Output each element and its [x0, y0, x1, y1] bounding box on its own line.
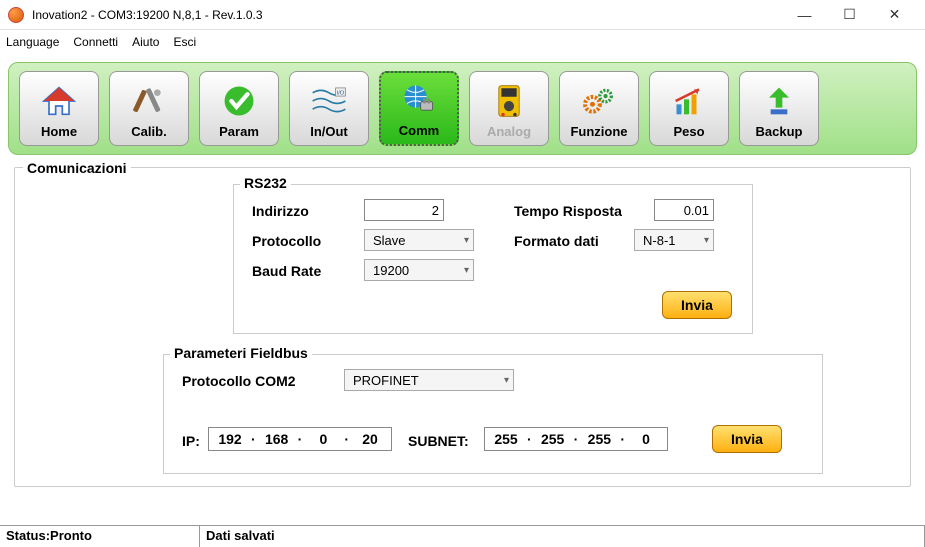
calib-label: Calib. — [131, 124, 166, 139]
gears-icon — [580, 82, 618, 120]
maximize-button[interactable]: ☐ — [827, 1, 872, 29]
tempo-input[interactable] — [654, 199, 714, 221]
panel-title: Comunicazioni — [23, 160, 131, 176]
protocollo-com2-label: Protocollo COM2 — [182, 373, 296, 389]
protocollo-select[interactable]: Slave ▾ — [364, 229, 474, 251]
tools-icon — [130, 82, 168, 120]
multimeter-icon — [490, 82, 528, 120]
analog-label: Analog — [487, 124, 531, 139]
ip-seg-2: 0 — [308, 431, 338, 447]
subnet-seg-2: 255 — [584, 431, 614, 447]
check-icon — [220, 82, 258, 120]
ip-seg-0: 192 — [215, 431, 245, 447]
menu-connetti[interactable]: Connetti — [73, 35, 118, 49]
chart-arrow-icon — [670, 82, 708, 120]
io-icon: I/O — [310, 82, 348, 120]
rs232-title: RS232 — [240, 175, 291, 191]
status-left: Status:Pronto — [0, 526, 200, 547]
close-button[interactable]: ✕ — [872, 1, 917, 29]
menubar: Language Connetti Aiuto Esci — [0, 30, 925, 54]
subnet-seg-3: 0 — [631, 431, 661, 447]
comm-button[interactable]: Comm — [379, 71, 459, 146]
indirizzo-label: Indirizzo — [252, 203, 309, 219]
subnet-label: SUBNET: — [408, 433, 469, 449]
menu-language[interactable]: Language — [6, 35, 59, 49]
backup-arrow-icon — [760, 82, 798, 120]
rs232-panel: RS232 Indirizzo Protocollo Slave ▾ Baud … — [233, 184, 753, 334]
status-right: Dati salvati — [200, 526, 925, 547]
ip-label: IP: — [182, 433, 200, 449]
window-title: Inovation2 - COM3:19200 N,8,1 - Rev.1.0.… — [32, 8, 782, 22]
peso-button[interactable]: Peso — [649, 71, 729, 146]
home-label: Home — [41, 124, 77, 139]
toolbar: Home Calib. Param I/O In/Out Comm — [8, 62, 917, 155]
tempo-label: Tempo Risposta — [514, 203, 622, 219]
chevron-down-icon: ▾ — [704, 235, 709, 246]
calib-button[interactable]: Calib. — [109, 71, 189, 146]
inout-label: In/Out — [310, 124, 348, 139]
rs232-send-label: Invia — [681, 297, 713, 313]
param-button[interactable]: Param — [199, 71, 279, 146]
chevron-down-icon: ▾ — [464, 265, 469, 276]
minimize-button[interactable]: — — [782, 1, 827, 29]
funzione-label: Funzione — [570, 124, 627, 139]
indirizzo-input[interactable] — [364, 199, 444, 221]
analog-button[interactable]: Analog — [469, 71, 549, 146]
chevron-down-icon: ▾ — [504, 375, 509, 386]
inout-button[interactable]: I/O In/Out — [289, 71, 369, 146]
ip-input[interactable]: 192· 168· 0· 20 — [208, 427, 392, 451]
fieldbus-send-button[interactable]: Invia — [712, 425, 782, 453]
param-label: Param — [219, 124, 259, 139]
app-icon — [8, 7, 24, 23]
peso-label: Peso — [673, 124, 704, 139]
menu-esci[interactable]: Esci — [173, 35, 196, 49]
formato-value: N-8-1 — [643, 233, 676, 248]
protocollo-value: Slave — [373, 233, 406, 248]
home-button[interactable]: Home — [19, 71, 99, 146]
statusbar: Status:Pronto Dati salvati — [0, 525, 925, 547]
protocollo-com2-select[interactable]: PROFINET ▾ — [344, 369, 514, 391]
fieldbus-panel: Parameteri Fieldbus Protocollo COM2 PROF… — [163, 354, 823, 474]
subnet-seg-1: 255 — [538, 431, 568, 447]
ip-seg-1: 168 — [262, 431, 292, 447]
backup-button[interactable]: Backup — [739, 71, 819, 146]
menu-aiuto[interactable]: Aiuto — [132, 35, 159, 49]
titlebar: Inovation2 - COM3:19200 N,8,1 - Rev.1.0.… — [0, 0, 925, 30]
home-icon — [40, 82, 78, 120]
funzione-button[interactable]: Funzione — [559, 71, 639, 146]
subnet-seg-0: 255 — [491, 431, 521, 447]
chevron-down-icon: ▾ — [464, 235, 469, 246]
formato-label: Formato dati — [514, 233, 599, 249]
protocollo-label: Protocollo — [252, 233, 321, 249]
baud-select[interactable]: 19200 ▾ — [364, 259, 474, 281]
backup-label: Backup — [756, 124, 803, 139]
comunicazioni-panel: Comunicazioni RS232 Indirizzo Protocollo… — [14, 167, 911, 487]
baud-value: 19200 — [373, 263, 409, 278]
svg-text:I/O: I/O — [337, 90, 345, 96]
baud-label: Baud Rate — [252, 263, 321, 279]
ip-seg-3: 20 — [355, 431, 385, 447]
protocollo-com2-value: PROFINET — [353, 373, 419, 388]
globe-plug-icon — [400, 81, 438, 119]
subnet-input[interactable]: 255· 255· 255· 0 — [484, 427, 668, 451]
fieldbus-send-label: Invia — [731, 431, 763, 447]
comm-label: Comm — [399, 123, 439, 138]
formato-select[interactable]: N-8-1 ▾ — [634, 229, 714, 251]
fieldbus-title: Parameteri Fieldbus — [170, 345, 312, 361]
rs232-send-button[interactable]: Invia — [662, 291, 732, 319]
